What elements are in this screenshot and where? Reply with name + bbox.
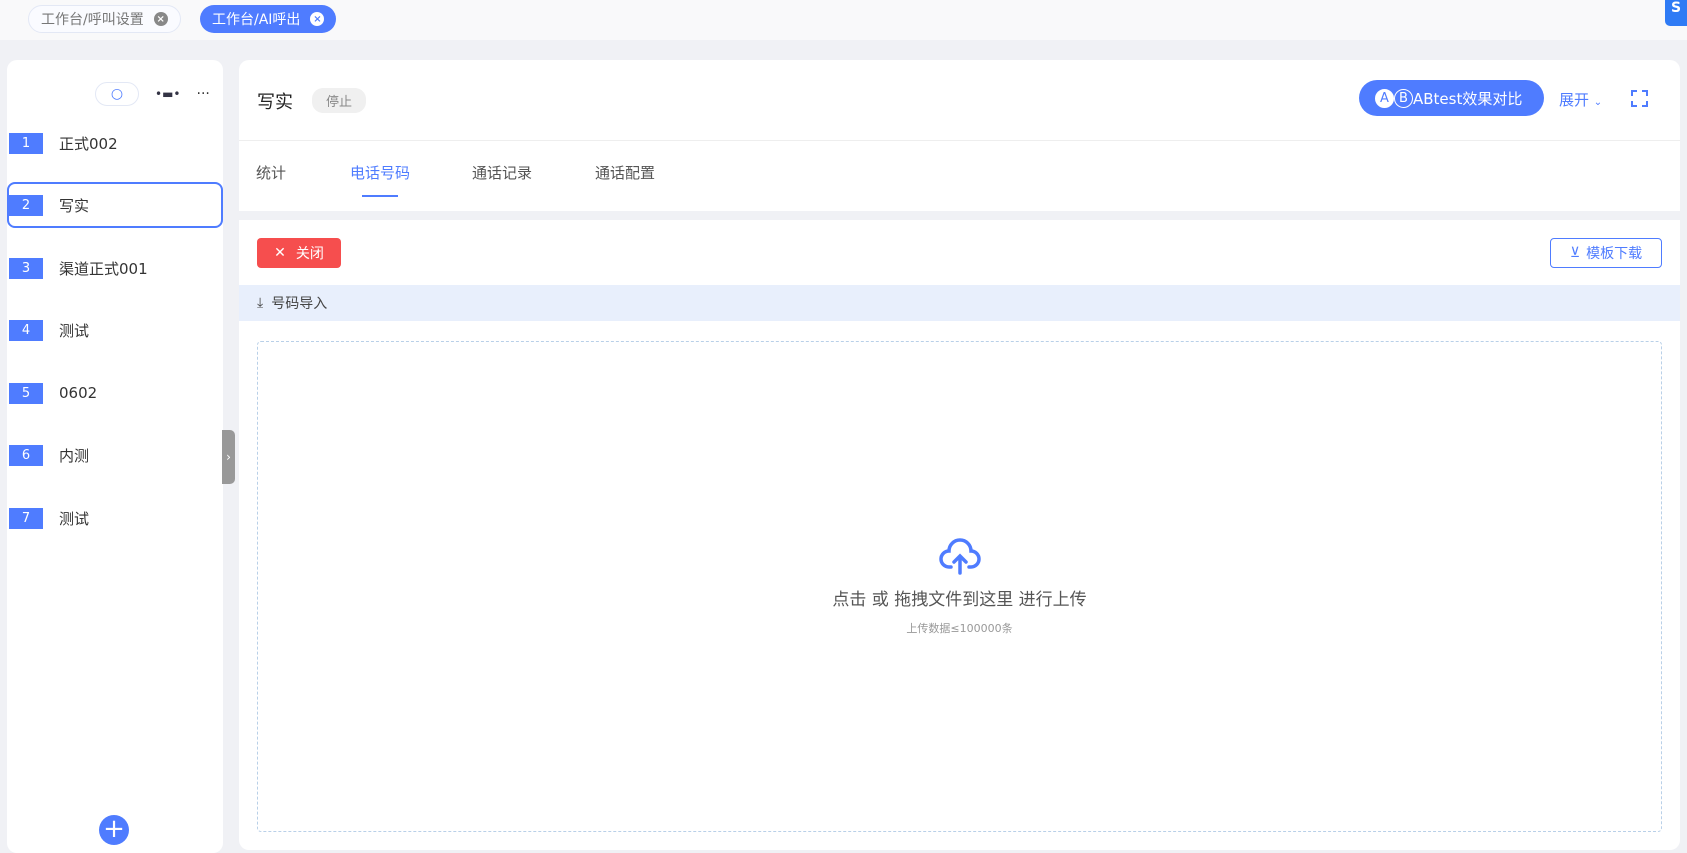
robot-icon[interactable]: •▬• [155, 87, 181, 101]
list-item[interactable]: 7 测试 [7, 495, 223, 541]
close-label: 关闭 [295, 246, 324, 262]
tab-label: 工作台/AI呼出 [212, 12, 301, 28]
app-logo-icon[interactable]: S [1665, 0, 1687, 26]
item-number: 7 [9, 507, 43, 529]
tab-bar: 工作台/呼叫设置 × 工作台/AI呼出 × S [0, 0, 1687, 40]
tab-statistics[interactable]: 统计 [256, 162, 286, 183]
add-button[interactable]: + [99, 815, 129, 845]
close-button[interactable]: ✕ 关闭 [257, 238, 341, 268]
list-item[interactable]: 5 0602 [7, 370, 223, 416]
header-panel: 写实 停止 A B ABtest效果对比 展开 ⌄ 统计 电话号码 通话记录 通话配… [239, 60, 1680, 211]
item-label: 测试 [59, 321, 90, 340]
tab-label: 工作台/呼叫设置 [41, 12, 144, 28]
list-item[interactable]: 2 写实 [7, 182, 223, 228]
item-label: 写实 [59, 196, 90, 215]
item-label: 测试 [59, 509, 90, 528]
upload-dropzone[interactable]: 点击 或 拖拽文件到这里 进行上传 上传数据≤100000条 [257, 341, 1662, 832]
template-download-button[interactable]: ⊻ 模板下载 [1550, 238, 1662, 268]
upload-limit: 上传数据≤100000条 [906, 622, 1013, 635]
page-title: 写实 [257, 92, 293, 113]
item-number: 4 [9, 319, 43, 341]
divider [239, 140, 1680, 141]
tab-ai-outbound[interactable]: 工作台/AI呼出 × [200, 5, 337, 33]
search-icon: ○ [110, 86, 124, 102]
item-number: 1 [9, 132, 43, 154]
list-item[interactable]: 1 正式002 [7, 120, 223, 166]
item-label: 正式002 [59, 134, 118, 153]
more-icon[interactable]: ··· [197, 86, 210, 102]
tab-call-config[interactable]: 通话配置 [595, 162, 655, 183]
tab-call-settings[interactable]: 工作台/呼叫设置 × [28, 5, 181, 33]
item-number: 2 [9, 194, 43, 216]
upload-hint: 点击 或 拖拽文件到这里 进行上传 [832, 590, 1087, 610]
import-icon: ⤓ [257, 295, 264, 311]
list-item[interactable]: 4 测试 [7, 307, 223, 353]
status-badge: 停止 [312, 88, 367, 113]
content-panel: ✕ 关闭 ⊻ 模板下载 ⤓ 号码导入 点击 或 拖拽文件到这里 进行上传 上传数据≤1… [239, 220, 1680, 850]
list-item[interactable]: 3 渠道正式001 [7, 245, 223, 291]
ab-b-icon: B [1394, 88, 1413, 108]
item-number: 5 [9, 382, 43, 404]
list-item[interactable]: 6 内测 [7, 432, 223, 478]
close-icon[interactable]: × [153, 12, 168, 26]
import-bar[interactable]: ⤓ 号码导入 [239, 285, 1680, 321]
download-icon: ⊻ [1569, 245, 1581, 261]
item-label: 内测 [59, 446, 90, 465]
template-label: 模板下载 [1586, 246, 1643, 262]
x-icon: ✕ [274, 245, 286, 261]
item-number: 6 [9, 444, 43, 466]
cloud-upload-icon [938, 538, 981, 575]
item-label: 渠道正式001 [59, 259, 148, 278]
tab-call-records[interactable]: 通话记录 [472, 162, 532, 183]
close-icon[interactable]: × [310, 12, 325, 26]
abtest-button[interactable]: A B ABtest效果对比 [1359, 80, 1544, 116]
abtest-label: ABtest效果对比 [1413, 89, 1523, 108]
tab-phone-numbers[interactable]: 电话号码 [350, 162, 410, 197]
expand-button[interactable]: 展开 ⌄ [1559, 89, 1602, 110]
item-label: 0602 [59, 384, 98, 402]
search-button[interactable]: ○ [95, 82, 139, 106]
collapse-handle[interactable]: › [222, 430, 235, 484]
import-label: 号码导入 [271, 296, 328, 312]
sidebar: ○ •▬• ··· 1 正式002 2 写实 3 渠道正式001 4 测试 5 0602 … [7, 60, 223, 853]
fullscreen-icon[interactable] [1631, 90, 1648, 107]
item-number: 3 [9, 257, 43, 279]
ab-a-icon: A [1375, 88, 1394, 108]
chevron-down-icon: ⌄ [1593, 97, 1603, 108]
expand-label: 展开 [1559, 91, 1590, 109]
